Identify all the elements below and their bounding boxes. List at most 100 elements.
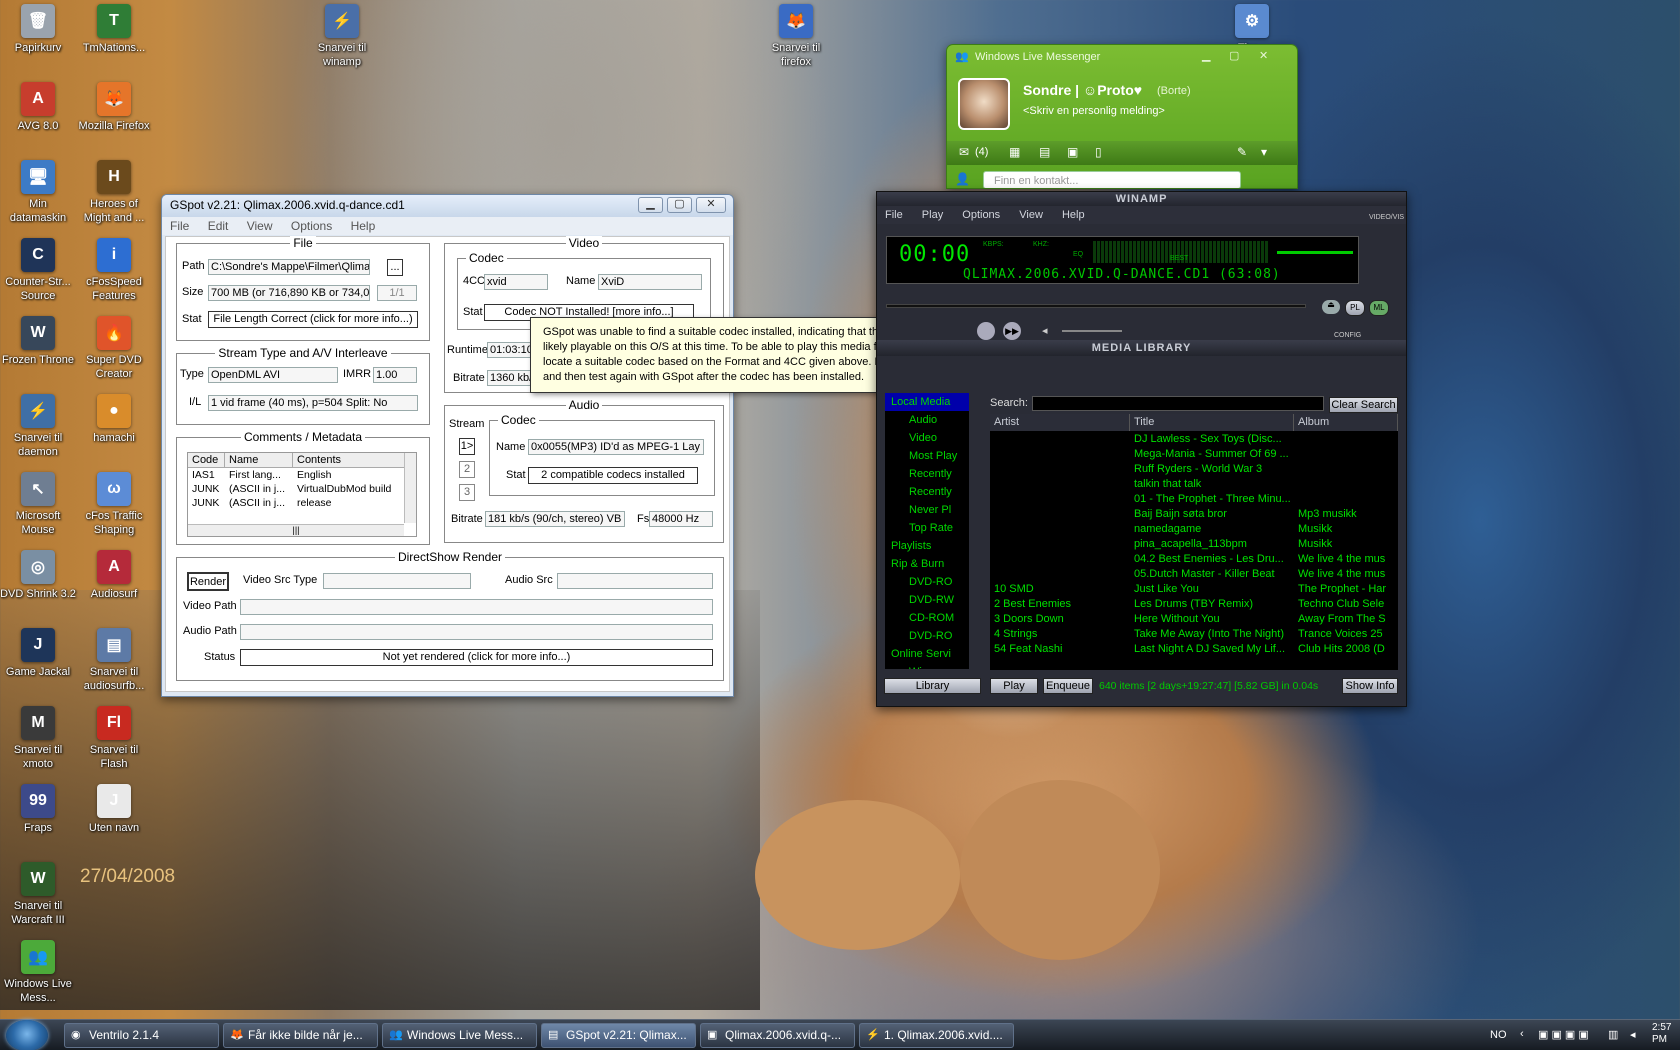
desktop-icon[interactable]: 99 Fraps <box>0 784 76 835</box>
display-name[interactable]: Sondre | ☺Proto♥ <box>1023 82 1142 98</box>
clear-search-button[interactable]: Clear Search <box>1329 397 1398 413</box>
stream-3-button[interactable]: 3 <box>459 484 475 501</box>
volume-slider[interactable] <box>1062 330 1122 332</box>
desktop-icon[interactable]: i cFosSpeed Features <box>76 238 152 303</box>
tree-item[interactable]: Playlists <box>885 537 969 555</box>
speaker-icon[interactable]: ◂ <box>1630 1028 1636 1041</box>
tree-item[interactable]: Recently <box>885 483 969 501</box>
desktop-icon[interactable]: ω cFos Traffic Shaping <box>76 472 152 537</box>
mobile-icon[interactable]: ▯ <box>1095 145 1102 159</box>
list-item[interactable]: 2 Best Enemies Les Drums (TBY Remix) Techn… <box>990 597 1398 612</box>
mail-count[interactable]: (4) <box>975 146 988 158</box>
comments-table[interactable]: Code Name Contents IAS1 First lang... En… <box>187 452 417 537</box>
desktop-icon[interactable]: ◎ DVD Shrink 3.2 <box>0 550 76 601</box>
desktop-icon[interactable]: 🗑 Papirkurv <box>0 4 76 55</box>
winamp-titlebar[interactable]: WINAMP <box>877 192 1406 206</box>
minimize-icon[interactable]: ▁ <box>1202 49 1210 62</box>
media-library-button[interactable]: ML <box>1369 300 1389 316</box>
winamp-menu-file[interactable]: File <box>885 209 903 221</box>
news-icon[interactable]: ▤ <box>1039 145 1050 159</box>
mail-icon[interactable]: ✉ <box>959 145 969 159</box>
winamp-menu-play[interactable]: Play <box>922 209 943 221</box>
desktop-icon[interactable]: W Frozen Throne <box>0 316 76 367</box>
desktop-icon[interactable]: ⚡ Snarvei til winamp <box>304 4 380 69</box>
show-info-button[interactable]: Show Info <box>1342 678 1398 694</box>
tree-item[interactable]: Winamp <box>885 663 969 669</box>
tray-chevron-icon[interactable]: ‹ <box>1520 1028 1524 1040</box>
winamp-menu-options[interactable]: Options <box>962 209 1000 221</box>
eject-button[interactable]: ⏏ <box>1322 300 1340 314</box>
vertical-scrollbar[interactable] <box>404 453 416 523</box>
next-button[interactable]: ▶▶ <box>1003 322 1021 340</box>
desktop-icon[interactable]: Fl Snarvei til Flash <box>76 706 152 771</box>
menu-edit[interactable]: Edit <box>208 219 229 233</box>
list-item[interactable]: 54 Feat Nashi Last Night A DJ Saved My Li… <box>990 642 1398 657</box>
list-item[interactable]: Ruff Ryders - World War 3 <box>990 462 1398 477</box>
volume-meter[interactable] <box>1277 251 1353 254</box>
minimize-button[interactable]: ▁ <box>638 197 663 213</box>
playlist-button[interactable]: PL <box>1345 300 1365 316</box>
taskbar-item-gspot[interactable]: ▤ GSpot v2.21: Qlimax... <box>541 1023 696 1048</box>
list-item[interactable]: 01 - The Prophet - Three Minu... <box>990 492 1398 507</box>
messenger-titlebar[interactable]: Windows Live Messenger <box>947 45 1297 67</box>
col-title[interactable]: Title <box>1130 414 1294 431</box>
table-cell[interactable]: First lang... <box>229 469 291 481</box>
desktop-icon[interactable]: 🖥 Min datamaskin <box>0 160 76 225</box>
network-icon[interactable]: ▥ <box>1608 1028 1618 1041</box>
gspot-window[interactable]: GSpot v2.21: Qlimax.2006.xvid.q-dance.cd… <box>161 194 734 697</box>
file-stat-button[interactable]: File Length Correct (click for more info… <box>208 311 418 328</box>
table-cell[interactable]: English <box>297 469 402 481</box>
spaces-icon[interactable]: ▦ <box>1009 145 1020 159</box>
menu-options[interactable]: Options <box>291 219 332 233</box>
desktop-icon[interactable]: A AVG 8.0 <box>0 82 76 133</box>
desktop-icon[interactable]: ⚡ Snarvei til daemon <box>0 394 76 459</box>
table-cell[interactable]: release <box>297 497 402 509</box>
col-code[interactable]: Code <box>188 453 225 468</box>
media-list[interactable]: Artist Title Album DJ Lawless - Sex Toys… <box>990 414 1398 670</box>
enqueue-button[interactable]: Enqueue <box>1043 678 1093 694</box>
list-item[interactable]: 4 Strings Take Me Away (Into The Night) Tr… <box>990 627 1398 642</box>
time-display[interactable]: 00:00 <box>899 242 970 267</box>
song-title-scroller[interactable]: QLIMAX.2006.XVID.Q-DANCE.CD1 (63:08) <box>963 267 1281 282</box>
desktop-icon[interactable]: W Snarvei til Warcraft III <box>0 862 76 927</box>
desktop-icon[interactable]: ▤ Snarvei til audiosurfb... <box>76 628 152 693</box>
taskbar-item-winamp[interactable]: ⚡ 1. Qlimax.2006.xvid.... <box>859 1023 1014 1048</box>
desktop-icon[interactable]: H Heroes of Might and ... <box>76 160 152 225</box>
desktop-icon[interactable]: M Snarvei til xmoto <box>0 706 76 771</box>
add-contact-icon[interactable]: 👤 <box>955 172 970 186</box>
status-button[interactable]: Not yet rendered (click for more info...… <box>240 649 713 666</box>
desktop-icon[interactable]: A Audiosurf <box>76 550 152 601</box>
avatar[interactable] <box>958 78 1010 130</box>
table-row[interactable]: JUNK <box>192 497 224 509</box>
path-field[interactable]: C:\Sondre's Mappe\Filmer\Qlimax <box>208 259 370 275</box>
stop-button[interactable] <box>977 322 995 340</box>
desktop-icon[interactable]: 👥 Windows Live Mess... <box>0 940 76 1005</box>
presence-status[interactable]: (Borte) <box>1157 85 1191 97</box>
tree-item[interactable]: DVD-RO <box>885 573 969 591</box>
list-item[interactable]: 05.Dutch Master - Killer Beat We live 4 t… <box>990 567 1398 582</box>
col-name[interactable]: Name <box>225 453 293 468</box>
render-button[interactable]: Render <box>187 572 229 591</box>
config-label[interactable]: CONFIG <box>1334 332 1361 339</box>
col-artist[interactable]: Artist <box>990 414 1130 431</box>
close-icon[interactable]: ✕ <box>1259 49 1268 62</box>
table-cell[interactable]: VirtualDubMod build <box>297 483 402 495</box>
media-tree[interactable]: Local Media Audio Video Most Play Recently Re… <box>885 393 969 669</box>
winamp-menu-view[interactable]: View <box>1019 209 1043 221</box>
tree-item[interactable]: Top Rate <box>885 519 969 537</box>
media-search-input[interactable] <box>1032 396 1324 411</box>
desktop-icon[interactable]: J Game Jackal <box>0 628 76 679</box>
menu-file[interactable]: File <box>170 219 189 233</box>
list-item[interactable]: talkin that talk <box>990 477 1398 492</box>
menu-help[interactable]: Help <box>351 219 376 233</box>
tree-item[interactable]: Audio <box>885 411 969 429</box>
calendar-icon[interactable]: ▣ <box>1067 145 1078 159</box>
volume-icon[interactable]: ◂ <box>1042 324 1048 337</box>
desktop-icon[interactable]: ↖ Microsoft Mouse <box>0 472 76 537</box>
messenger-window[interactable]: Windows Live Messenger 👥 ▁ ▢ ✕ Sondre | … <box>946 44 1298 189</box>
start-button[interactable] <box>6 1020 48 1050</box>
library-button[interactable]: Library <box>884 678 981 694</box>
tree-item[interactable]: DVD-RO <box>885 627 969 645</box>
list-item[interactable]: namedagame Musikk <box>990 522 1398 537</box>
list-item[interactable]: DJ Lawless - Sex Toys (Disc... <box>990 432 1398 447</box>
